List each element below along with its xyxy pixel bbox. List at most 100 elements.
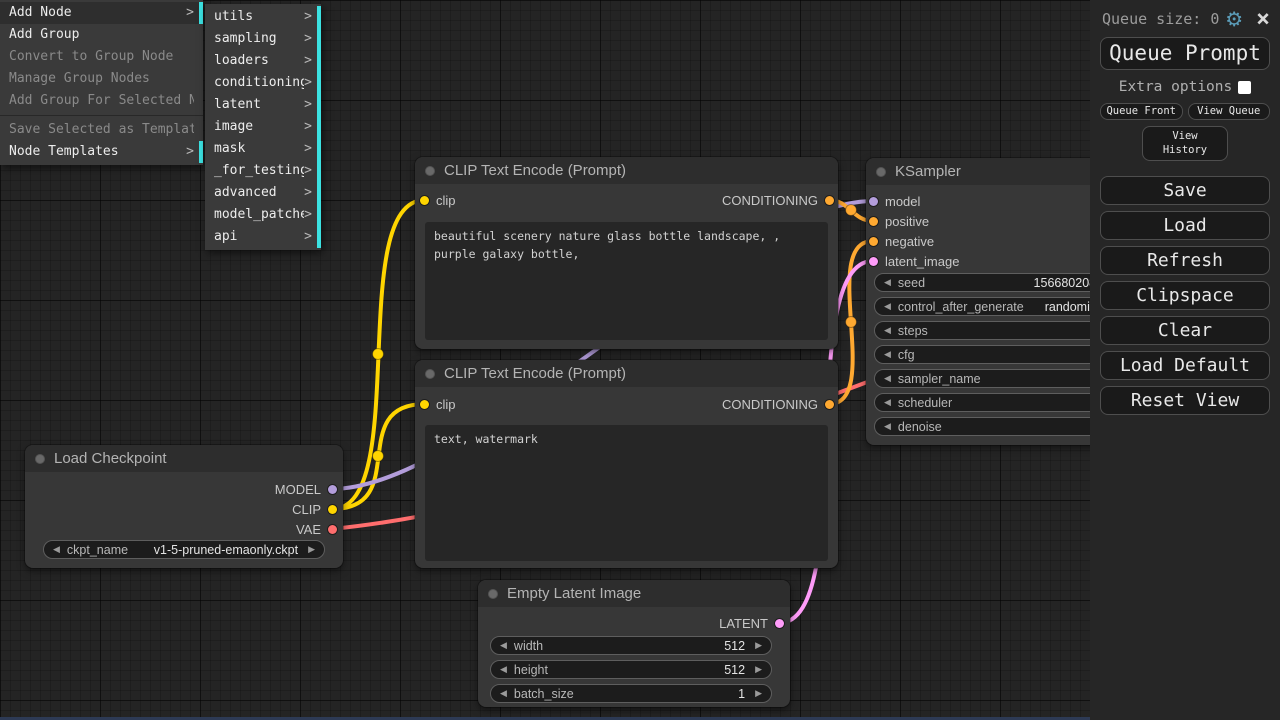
extra-options-checkbox[interactable] [1238,81,1251,94]
increment-arrow-icon[interactable]: ▶ [755,689,762,699]
decrement-arrow-icon[interactable]: ◀ [884,374,891,384]
link-midpoint-dot[interactable] [846,317,857,328]
submenu-item-advanced[interactable]: advanced > [205,182,321,204]
decrement-arrow-icon[interactable]: ◀ [500,641,507,651]
submenu-item-for-testing[interactable]: _for_testing > [205,160,321,182]
menu-item-node-templates[interactable]: Node Templates > [0,141,203,163]
clipspace-button[interactable]: Clipspace [1100,281,1270,310]
node-titlebar[interactable]: Load Checkpoint [25,445,343,472]
refresh-button[interactable]: Refresh [1100,246,1270,275]
node-empty-latent-image[interactable]: Empty Latent Image LATENT ◀ width 512 ▶ … [478,580,790,707]
menu-item-save-selected-as-template[interactable]: Save Selected as Template [0,119,203,141]
queue-front-button[interactable]: Queue Front [1100,103,1183,120]
vae-output-port[interactable] [328,525,337,534]
clip-output-port[interactable] [328,505,337,514]
collapse-dot-icon[interactable] [425,369,435,379]
widget-label: cfg [898,348,915,362]
height-widget[interactable]: ◀ height 512 ▶ [490,660,772,679]
input-slot-label: positive [885,214,929,229]
submenu-item-mask[interactable]: mask > [205,138,321,160]
latent-output-port[interactable] [775,619,784,628]
increment-arrow-icon[interactable]: ▶ [755,665,762,675]
decrement-arrow-icon[interactable]: ◀ [884,278,891,288]
submenu-item-conditioning[interactable]: conditioning > [205,72,321,94]
batch-size-widget[interactable]: ◀ batch_size 1 ▶ [490,684,772,703]
context-menu: Add Node > Add Group Convert to Group No… [0,0,203,165]
comfy-menu-panel: Queue size: 0 ⚙ × Queue Prompt Extra opt… [1090,0,1280,720]
menu-item-label: utils [214,6,304,28]
menu-item-add-group[interactable]: Add Group [0,24,203,46]
collapse-dot-icon[interactable] [35,454,45,464]
next-option-arrow-icon[interactable]: ▶ [308,545,315,555]
view-queue-button[interactable]: View Queue [1188,103,1271,120]
node-clip-text-encode-positive[interactable]: CLIP Text Encode (Prompt) clip CONDITION… [415,157,838,349]
model-input-port[interactable] [869,197,878,206]
increment-arrow-icon[interactable]: ▶ [755,641,762,651]
collapse-dot-icon[interactable] [876,167,886,177]
collapse-dot-icon[interactable] [488,589,498,599]
decrement-arrow-icon[interactable]: ◀ [884,398,891,408]
prompt-textarea[interactable]: text, watermark [425,425,828,561]
link-midpoint-dot[interactable] [373,349,384,360]
menu-item-convert-to-group-node[interactable]: Convert to Group Node [0,46,203,68]
widget-label: denoise [898,420,942,434]
submenu-item-utils[interactable]: utils > [205,6,321,28]
conditioning-output-port[interactable] [825,196,834,205]
positive-input-port[interactable] [869,217,878,226]
submenu-arrow-icon: > [304,138,312,160]
negative-input-port[interactable] [869,237,878,246]
link-midpoint-dot[interactable] [373,451,384,462]
menu-item-label: advanced [214,182,304,204]
node-titlebar[interactable]: CLIP Text Encode (Prompt) [415,360,838,387]
load-button[interactable]: Load [1100,211,1270,240]
collapse-dot-icon[interactable] [425,166,435,176]
link-midpoint-dot[interactable] [846,205,857,216]
ckpt-name-widget[interactable]: ◀ ckpt_name v1-5-pruned-emaonly.ckpt ▶ [43,540,325,559]
node-clip-text-encode-negative[interactable]: CLIP Text Encode (Prompt) clip CONDITION… [415,360,838,568]
widget-label: steps [898,324,928,338]
clip-input-port[interactable] [420,196,429,205]
submenu-item-model-patches[interactable]: model_patches > [205,204,321,226]
submenu-arrow-icon: > [304,72,312,94]
decrement-arrow-icon[interactable]: ◀ [500,665,507,675]
view-history-button[interactable]: View History [1142,126,1228,161]
node-titlebar[interactable]: Empty Latent Image [478,580,790,607]
decrement-arrow-icon[interactable]: ◀ [500,689,507,699]
submenu-item-latent[interactable]: latent > [205,94,321,116]
save-button[interactable]: Save [1100,176,1270,205]
model-output-port[interactable] [328,485,337,494]
submenu-item-loaders[interactable]: loaders > [205,50,321,72]
menu-item-label: Add Group [9,24,194,46]
decrement-arrow-icon[interactable]: ◀ [884,422,891,432]
load-default-button[interactable]: Load Default [1100,351,1270,380]
prompt-textarea[interactable]: beautiful scenery nature glass bottle la… [425,222,828,340]
close-icon[interactable]: × [1256,9,1270,29]
menu-item-manage-group-nodes[interactable]: Manage Group Nodes [0,68,203,90]
node-titlebar[interactable]: CLIP Text Encode (Prompt) [415,157,838,184]
output-slot-label: CLIP [292,502,321,517]
clear-button[interactable]: Clear [1100,316,1270,345]
reset-view-button[interactable]: Reset View [1100,386,1270,415]
submenu-item-api[interactable]: api > [205,226,321,248]
menu-item-label: mask [214,138,304,160]
node-load-checkpoint[interactable]: Load Checkpoint MODEL CLIP VAE ◀ ckpt_na… [25,445,343,568]
submenu-arrow-icon: > [304,160,312,182]
queue-prompt-button[interactable]: Queue Prompt [1100,37,1270,70]
conditioning-output-port[interactable] [825,400,834,409]
decrement-arrow-icon[interactable]: ◀ [884,302,891,312]
decrement-arrow-icon[interactable]: ◀ [884,350,891,360]
menu-item-add-node[interactable]: Add Node > [0,2,203,24]
prev-option-arrow-icon[interactable]: ◀ [53,545,60,555]
submenu-arrow-icon: > [304,226,312,248]
input-slot-label: negative [885,234,934,249]
submenu-item-sampling[interactable]: sampling > [205,28,321,50]
submenu-arrow-icon: > [304,116,312,138]
decrement-arrow-icon[interactable]: ◀ [884,326,891,336]
clip-input-port[interactable] [420,400,429,409]
settings-gear-icon[interactable]: ⚙ [1225,9,1243,29]
menu-item-add-group-for-selected-nodes[interactable]: Add Group For Selected Nodes [0,90,203,112]
width-widget[interactable]: ◀ width 512 ▶ [490,636,772,655]
submenu-item-image[interactable]: image > [205,116,321,138]
menu-item-label: image [214,116,304,138]
latent-image-input-port[interactable] [869,257,878,266]
